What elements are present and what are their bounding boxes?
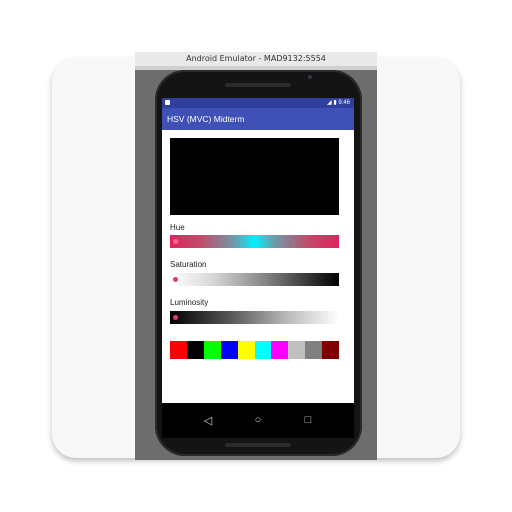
color-swatch[interactable] <box>322 341 340 359</box>
hue-slider[interactable] <box>170 235 339 248</box>
phone-frame: ◢ ▮ 9:46 HSV (MVC) Midterm Hue Saturatio… <box>155 70 362 456</box>
phone-screen: ◢ ▮ 9:46 HSV (MVC) Midterm Hue Saturatio… <box>162 98 354 438</box>
top-speaker <box>225 83 291 87</box>
emulator-window: Android Emulator - MAD9132:5554 ◢ ▮ 9:46… <box>135 52 377 460</box>
sd-card-icon <box>165 100 170 105</box>
recents-icon[interactable]: □ <box>300 412 316 428</box>
saturation-slider[interactable] <box>170 273 339 286</box>
bottom-speaker <box>225 443 291 447</box>
hue-label: Hue <box>170 223 185 232</box>
back-icon[interactable]: ◁ <box>200 412 216 428</box>
app-bar: HSV (MVC) Midterm <box>162 108 354 130</box>
color-swatches <box>170 341 340 359</box>
saturation-label: Saturation <box>170 260 207 269</box>
hue-slider-thumb[interactable] <box>173 239 178 244</box>
app-title: HSV (MVC) Midterm <box>167 114 245 124</box>
luminosity-slider-thumb[interactable] <box>173 315 178 320</box>
camera-icon <box>308 75 312 79</box>
home-icon[interactable]: ○ <box>250 412 266 428</box>
color-swatch[interactable] <box>288 341 306 359</box>
luminosity-label: Luminosity <box>170 298 209 307</box>
status-right: ◢ ▮ 9:46 <box>327 98 350 108</box>
luminosity-slider[interactable] <box>170 311 339 324</box>
emulator-title: Android Emulator - MAD9132:5554 <box>135 52 377 66</box>
status-time: 9:46 <box>338 100 350 106</box>
color-swatch[interactable] <box>305 341 323 359</box>
color-preview <box>170 138 339 215</box>
color-swatch[interactable] <box>203 341 221 359</box>
saturation-slider-thumb[interactable] <box>173 277 178 282</box>
color-swatch[interactable] <box>220 341 238 359</box>
status-bar: ◢ ▮ 9:46 <box>162 98 354 108</box>
navigation-bar: ◁ ○ □ <box>162 403 354 438</box>
color-swatch[interactable] <box>237 341 255 359</box>
color-swatch[interactable] <box>254 341 272 359</box>
color-swatch[interactable] <box>186 341 204 359</box>
color-swatch[interactable] <box>170 341 187 359</box>
color-swatch[interactable] <box>271 341 289 359</box>
signal-icon: ◢ ▮ <box>327 100 337 106</box>
